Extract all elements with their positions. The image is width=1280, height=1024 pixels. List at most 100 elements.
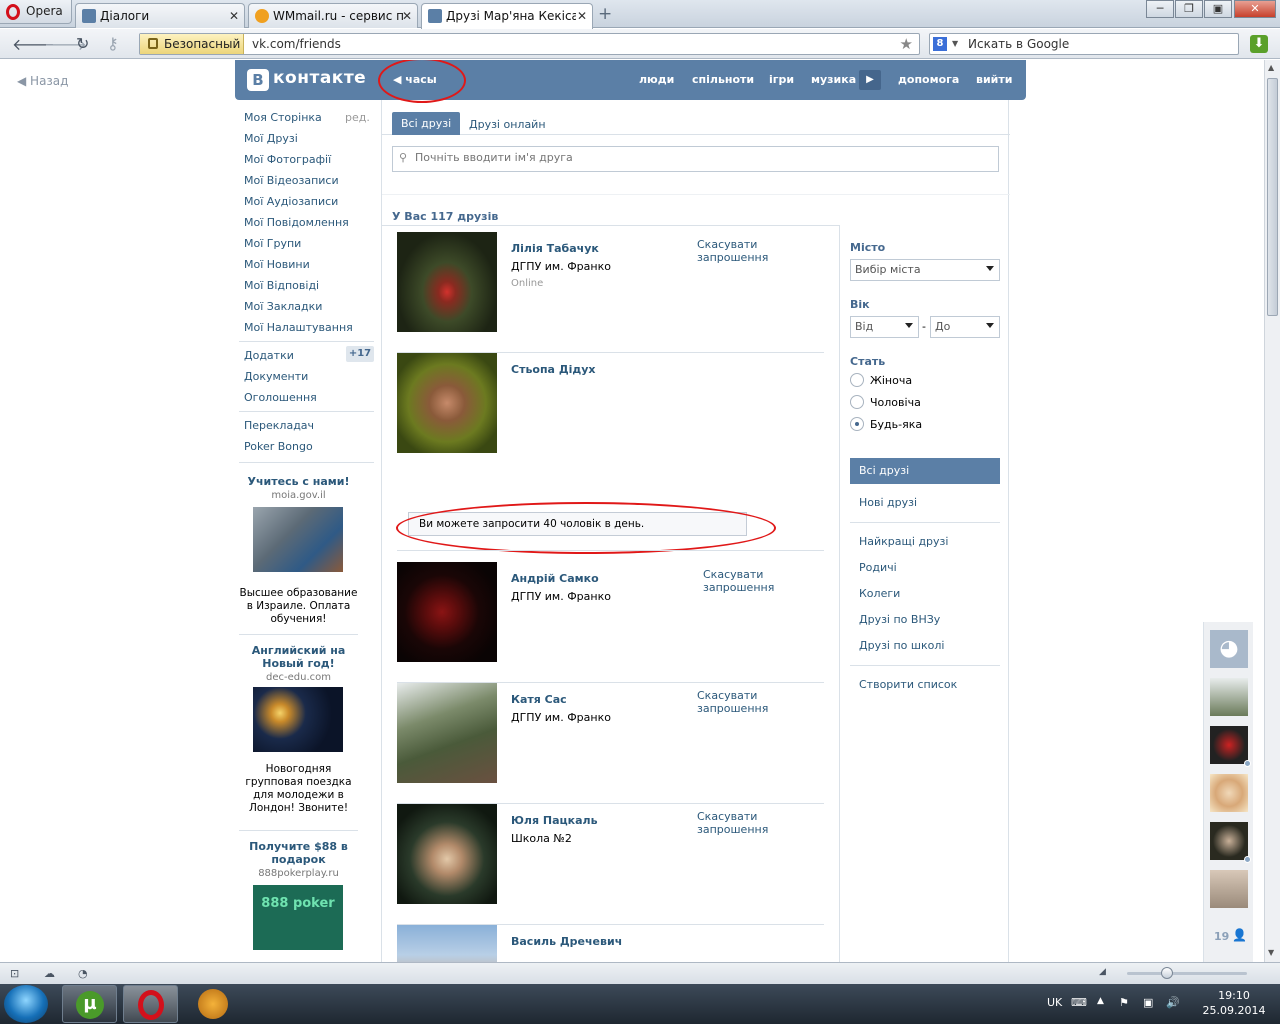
nav-music[interactable]: музика [811, 73, 856, 86]
page-scrollbar[interactable]: ▲ ▼ [1264, 60, 1280, 962]
sex-male-radio[interactable] [850, 395, 864, 409]
online-friend-avatar[interactable] [1210, 822, 1251, 863]
browser-tab-dialogs[interactable]: Діалоги ✕ [75, 3, 245, 28]
menu-documents[interactable]: Документи [244, 370, 308, 383]
browser-tab-friends[interactable]: Друзі Мар'яна Кекіса |... ✕ [421, 3, 593, 29]
friend-search-field[interactable]: ⚲ [392, 146, 999, 172]
friend-name[interactable]: Юля Пацкаль [511, 814, 598, 827]
ad-text[interactable]: Новогодняя групповая поездка для молодеж… [239, 763, 358, 815]
list-relatives[interactable]: Родичі [859, 561, 897, 574]
nav-more-icon[interactable]: ▶ [859, 70, 881, 90]
ad-title[interactable]: Получите $88 в подарок [239, 840, 358, 866]
menu-my-news[interactable]: Мої Новини [244, 258, 310, 271]
ad-text[interactable]: Высшее образование в Израиле. Оплата обу… [239, 587, 358, 626]
cancel-invite-link[interactable]: Скасувати запрошення [697, 689, 824, 715]
nav-logout[interactable]: вийти [976, 73, 1012, 86]
dog-avatar-icon[interactable]: ◕ [1210, 630, 1248, 668]
list-university-friends[interactable]: Друзі по ВНЗу [859, 613, 940, 626]
download-icon[interactable]: ⬇ [1250, 35, 1268, 53]
friend-name[interactable]: Лілія Табачук [511, 242, 599, 255]
online-friend-avatar[interactable] [1210, 774, 1248, 812]
menu-my-bookmarks[interactable]: Мої Закладки [244, 300, 322, 313]
bookmark-star-icon[interactable]: ★ [900, 35, 913, 53]
opera-menu-button[interactable]: Opera [0, 0, 72, 24]
list-all-friends[interactable]: Всі друзі [850, 458, 1000, 484]
friend-name[interactable]: Василь Дречевич [511, 935, 622, 948]
create-list-link[interactable]: Створити список [859, 678, 957, 691]
restore-down-icon[interactable]: ❐ [1175, 0, 1203, 18]
age-from-select[interactable]: Від [850, 316, 919, 338]
city-select[interactable]: Вибір міста [850, 259, 1000, 281]
tab-all-friends[interactable]: Всі друзі [392, 112, 461, 135]
reload-icon[interactable]: ↻ [76, 34, 89, 53]
cancel-invite-link[interactable]: Скасувати запрошення [697, 238, 824, 264]
start-button-icon[interactable] [4, 985, 48, 1023]
zoom-slider-knob[interactable] [1161, 967, 1173, 979]
nav-communities[interactable]: спільноти [692, 73, 754, 86]
vk-logo-icon[interactable]: В [247, 69, 269, 91]
vk-logo-text[interactable]: контакте [273, 68, 366, 88]
cancel-invite-link[interactable]: Скасувати запрошення [697, 810, 824, 836]
friend-photo[interactable] [397, 353, 497, 453]
utorrent-taskbar-button[interactable]: µ [62, 985, 117, 1023]
browser-tab-wmmail[interactable]: WMmail.ru - сервис п... ✕ [248, 3, 418, 28]
sex-female-radio[interactable] [850, 373, 864, 387]
cancel-invite-link[interactable]: Скасувати запрошення [703, 568, 793, 594]
scroll-down-icon[interactable]: ▼ [1268, 948, 1274, 957]
menu-my-messages[interactable]: Мої Повідомлення [244, 216, 349, 229]
online-count[interactable]: 19 [1214, 930, 1229, 943]
online-friend-avatar[interactable] [1210, 870, 1248, 908]
friend-photo[interactable] [397, 925, 497, 962]
network-icon[interactable]: ▣ [1143, 996, 1153, 1009]
ad-title[interactable]: Учитесь с нами! [239, 475, 358, 488]
opera-taskbar-button[interactable] [123, 985, 178, 1023]
tab-close-icon[interactable]: ✕ [577, 9, 587, 23]
scroll-up-icon[interactable]: ▲ [1268, 63, 1274, 72]
scrollbar-thumb[interactable] [1267, 78, 1278, 316]
language-indicator[interactable]: UK [1047, 996, 1062, 1009]
nav-people[interactable]: люди [639, 73, 674, 86]
nav-help[interactable]: допомога [898, 73, 959, 86]
volume-icon[interactable]: 🔊 [1166, 996, 1180, 1009]
ad-image-books[interactable] [253, 507, 343, 572]
menu-apps[interactable]: Додатки [244, 349, 294, 362]
search-engine-dropdown-icon[interactable]: ▼ [952, 39, 958, 48]
menu-translator[interactable]: Перекладач [244, 419, 314, 432]
friend-photo[interactable] [397, 232, 497, 332]
search-field[interactable]: 8 ▼ Искать в Google [929, 33, 1239, 55]
list-school-friends[interactable]: Друзі по школі [859, 639, 944, 652]
sex-any-radio[interactable] [850, 417, 864, 431]
flag-icon[interactable]: ⚑ [1119, 996, 1129, 1009]
speedometer-icon[interactable]: ◔ [78, 967, 88, 980]
view-toggle-icon[interactable]: ◢ [1099, 967, 1106, 977]
online-friend-avatar[interactable] [1210, 726, 1251, 767]
online-friend-avatar[interactable] [1210, 678, 1248, 716]
list-best-friends[interactable]: Найкращі друзі [859, 535, 948, 548]
friend-photo[interactable] [397, 562, 497, 662]
google-search-icon[interactable]: 8 [933, 37, 947, 51]
tray-expand-icon[interactable]: ▲ [1097, 996, 1104, 1006]
ad-image-ferris-wheel[interactable] [253, 687, 343, 752]
sex-female-label[interactable]: Жіноча [870, 374, 912, 387]
ad-block-2[interactable]: Английский на Новый год! dec-edu.com Нов… [239, 644, 358, 815]
opera-unite-icon[interactable]: ☁ [44, 967, 55, 980]
tab-friends-online[interactable]: Друзі онлайн [469, 118, 546, 131]
menu-my-photos[interactable]: Мої Фотографії [244, 153, 331, 166]
key-icon[interactable]: ⚷ [107, 34, 119, 53]
friend-search-input[interactable] [415, 151, 975, 164]
url-field[interactable]: Безопасный vk.com/friends ★ [139, 33, 920, 55]
list-colleagues[interactable]: Колеги [859, 587, 900, 600]
friend-photo[interactable] [397, 804, 497, 904]
ad-block-3[interactable]: Получите $88 в подарок 888pokerplay.ru 8… [239, 840, 358, 953]
menu-my-videos[interactable]: Мої Відеозаписи [244, 174, 339, 187]
ad-image-888poker[interactable]: 888 poker [253, 885, 343, 950]
friend-name[interactable]: Катя Сас [511, 693, 567, 706]
new-tab-icon[interactable]: + [598, 4, 612, 24]
back-link[interactable]: ◀ Назад [17, 74, 68, 88]
ad-title[interactable]: Английский на Новый год! [239, 644, 358, 670]
age-to-select[interactable]: До [930, 316, 1000, 338]
aimp-icon[interactable] [198, 989, 228, 1019]
menu-ads[interactable]: Оголошення [244, 391, 317, 404]
system-clock[interactable]: 19:10 25.09.2014 [1196, 988, 1272, 1018]
menu-my-page[interactable]: Моя Сторінка [244, 111, 322, 124]
